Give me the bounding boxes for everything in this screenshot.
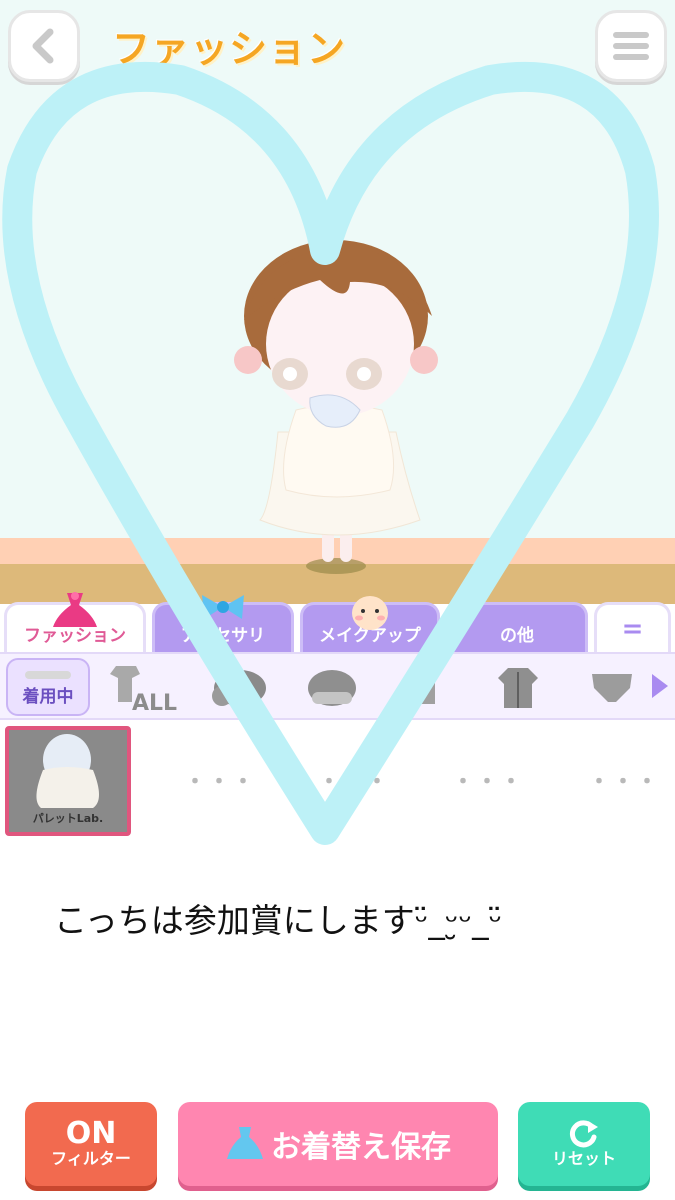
caption-text: こっちは参加賞にしますᵕ̈_ᵕ̮ᵕ_ᵕ̈ xyxy=(54,901,503,940)
wearing-label: 着用中 xyxy=(22,686,74,707)
subcategory-hair[interactable] xyxy=(200,660,280,716)
empty-item-slot[interactable]: ・・・ xyxy=(318,764,390,796)
reset-button[interactable]: リセット xyxy=(518,1102,650,1186)
hamburger-menu-icon xyxy=(613,32,649,60)
item-brand-label: パレットLab. xyxy=(32,812,104,825)
chevron-left-icon xyxy=(32,28,54,64)
reset-label: リセット xyxy=(551,1149,616,1168)
empty-item-slot[interactable]: ・・・ xyxy=(588,764,660,796)
subcategory-top[interactable] xyxy=(380,660,460,716)
wearing-filter-button[interactable]: 着用中 xyxy=(6,658,90,716)
filter-state-label: ON xyxy=(65,1116,117,1151)
page-title: ファッション xyxy=(112,27,347,71)
empty-item-slot[interactable]: ・・・ xyxy=(184,764,256,796)
tab-more[interactable]: = xyxy=(594,602,671,652)
hair-icon xyxy=(212,670,266,706)
reset-icon xyxy=(569,1120,598,1148)
subcategory-bottom[interactable] xyxy=(572,660,652,716)
filter-label: フィルター xyxy=(51,1149,131,1168)
next-arrow-icon[interactable] xyxy=(652,674,668,698)
tab-fashion[interactable]: ファッション xyxy=(4,592,146,652)
face-icon xyxy=(352,596,388,630)
empty-item-slot[interactable]: ・・・ xyxy=(452,764,524,796)
item-grid: パレットLab. ・・・ ・・・ ・・・ ・・・ xyxy=(0,722,675,842)
top-icon xyxy=(415,672,435,704)
all-label: ALL xyxy=(132,691,177,714)
all-clothes-icon: ALL xyxy=(110,666,177,714)
dress-icon xyxy=(227,1127,263,1159)
tab-accessory[interactable]: アクセサリ xyxy=(152,595,294,652)
subcategory-all[interactable]: ALL xyxy=(100,660,180,716)
save-label: お着替え保存 xyxy=(271,1130,451,1165)
subcategory-jacket[interactable] xyxy=(478,660,558,716)
menu-button[interactable] xyxy=(595,10,667,82)
tab-label: の他 xyxy=(500,626,534,646)
jacket-icon xyxy=(498,668,538,708)
back-button[interactable] xyxy=(8,10,80,82)
dress-icon xyxy=(53,592,97,627)
head-icon xyxy=(308,670,356,706)
dress-icon xyxy=(36,734,99,808)
filter-toggle-button[interactable]: ON フィルター xyxy=(25,1102,157,1186)
subcategory-bar: 着用中 ALL xyxy=(0,652,675,720)
bottom-icon xyxy=(592,674,632,702)
tab-other[interactable]: の他 xyxy=(446,602,588,652)
clothes-icon xyxy=(25,670,71,679)
ribbon-icon xyxy=(202,595,244,619)
equals-icon: = xyxy=(621,613,644,644)
subcategory-head[interactable] xyxy=(292,660,372,716)
selected-item-tile[interactable]: パレットLab. xyxy=(5,726,131,836)
tab-makeup[interactable]: メイクアップ xyxy=(300,596,440,652)
save-outfit-button[interactable]: お着替え保存 xyxy=(178,1102,498,1186)
avatar-character[interactable] xyxy=(200,220,480,580)
category-tabs: ファッション アクセサリ メイクアップ の他 = xyxy=(0,592,675,652)
